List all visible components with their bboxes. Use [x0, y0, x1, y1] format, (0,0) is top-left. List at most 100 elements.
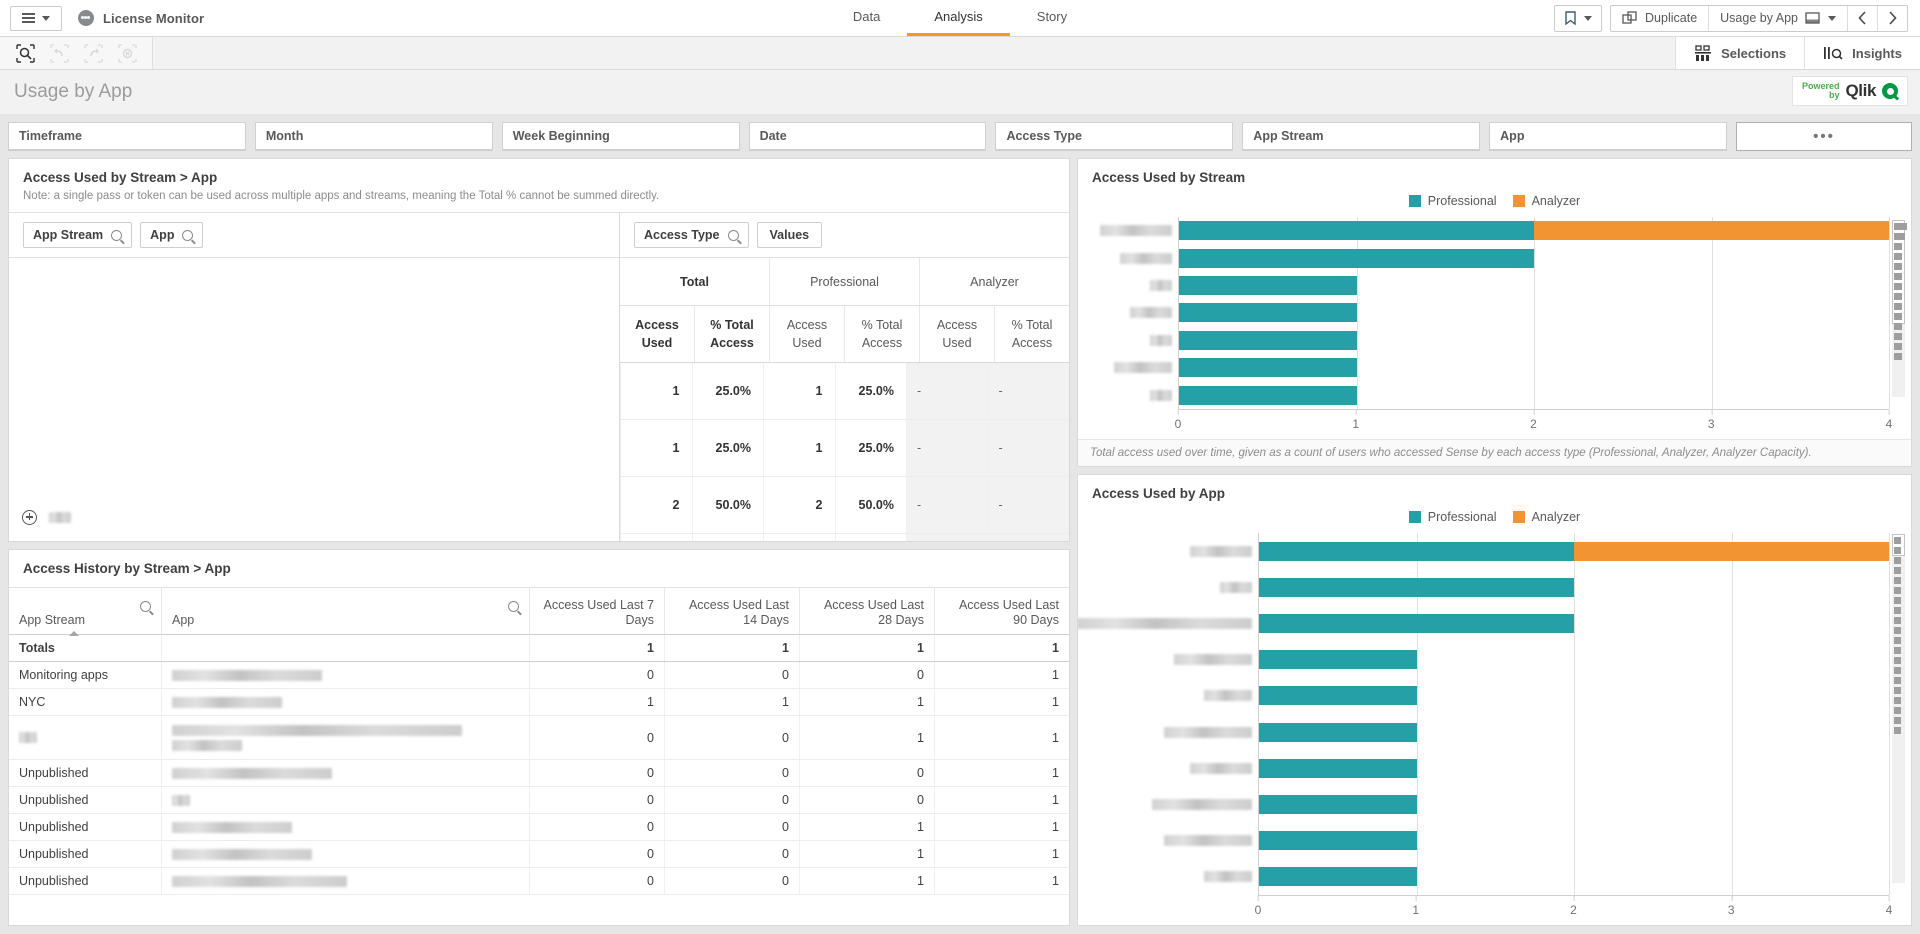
bar-analyzer[interactable]: [1534, 221, 1889, 240]
legend-item-professional[interactable]: Professional: [1409, 510, 1497, 524]
bar-group[interactable]: [1179, 249, 1889, 268]
bar-group[interactable]: [1179, 331, 1889, 350]
filter-date[interactable]: Date: [749, 122, 987, 151]
table-row[interactable]: Monitoring apps 0 0 0 1: [9, 662, 1069, 689]
search-icon[interactable]: [182, 230, 193, 241]
legend-item-analyzer[interactable]: Analyzer: [1513, 194, 1581, 208]
bar-professional[interactable]: [1259, 650, 1417, 669]
sheet-selector-button[interactable]: Usage by App: [1708, 6, 1847, 31]
bar-professional[interactable]: [1259, 795, 1417, 814]
table-row[interactable]: Unpublished 0 0 1 1: [9, 814, 1069, 841]
col-total-access-used[interactable]: Access Used: [620, 306, 694, 362]
bookmarks-button[interactable]: [1555, 6, 1601, 31]
bar-group[interactable]: [1179, 221, 1889, 240]
table-row[interactable]: 1 25.0% 1 25.0% - -: [620, 363, 1069, 420]
bar-group[interactable]: [1259, 831, 1889, 850]
bar-professional[interactable]: [1179, 276, 1357, 295]
bar-group[interactable]: [1259, 867, 1889, 886]
bar-group[interactable]: [1259, 578, 1889, 597]
clear-selections-icon[interactable]: [110, 37, 144, 69]
bar-group[interactable]: [1259, 795, 1889, 814]
tab-data[interactable]: Data: [826, 0, 907, 36]
table-row[interactable]: Unpublished 0 0 1 1: [9, 868, 1069, 895]
selection-search-icon[interactable]: [8, 37, 42, 69]
filter-more-button[interactable]: •••: [1736, 122, 1912, 151]
legend-item-analyzer[interactable]: Analyzer: [1513, 510, 1581, 524]
search-icon[interactable]: [508, 601, 519, 612]
filter-access-type[interactable]: Access Type: [995, 122, 1233, 151]
bar-group[interactable]: [1179, 276, 1889, 295]
bar-professional[interactable]: [1179, 221, 1534, 240]
bar-professional[interactable]: [1179, 358, 1357, 377]
selections-button[interactable]: Selections: [1675, 37, 1804, 69]
chip-access-type[interactable]: Access Type: [634, 222, 749, 248]
cell-prof-access-used: 2: [763, 477, 835, 533]
col-analyzer-access-used[interactable]: Access Used: [919, 306, 994, 362]
filter-app[interactable]: App: [1489, 122, 1727, 151]
bar-professional[interactable]: [1179, 386, 1357, 405]
legend-item-professional[interactable]: Professional: [1409, 194, 1497, 208]
bar-group[interactable]: [1179, 386, 1889, 405]
bar-group[interactable]: [1259, 759, 1889, 778]
bar-professional[interactable]: [1259, 831, 1417, 850]
search-icon[interactable]: [140, 601, 151, 612]
next-sheet-button[interactable]: [1877, 6, 1907, 31]
undo-icon[interactable]: [42, 37, 76, 69]
table-row[interactable]: Unpublished 0 0 0 1: [9, 760, 1069, 787]
col-app-stream[interactable]: App Stream: [9, 588, 161, 634]
bar-professional[interactable]: [1259, 686, 1417, 705]
bar-group[interactable]: [1179, 303, 1889, 322]
bar-professional[interactable]: [1259, 867, 1417, 886]
table-row[interactable]: 0 0 1 1: [9, 716, 1069, 760]
redo-icon[interactable]: [76, 37, 110, 69]
col-analyzer-pct-access[interactable]: % Total Access: [994, 306, 1069, 362]
bar-professional[interactable]: [1179, 249, 1534, 268]
filter-timeframe[interactable]: Timeframe: [8, 122, 246, 151]
insights-button[interactable]: Insights: [1804, 37, 1920, 69]
table-row[interactable]: [9, 489, 619, 541]
col-access-last-7[interactable]: Access Used Last 7 Days: [529, 588, 664, 634]
chip-values[interactable]: Values: [757, 222, 823, 248]
col-access-last-90[interactable]: Access Used Last 90 Days: [934, 588, 1069, 634]
table-row[interactable]: Unpublished 0 0 0 1: [9, 787, 1069, 814]
bar-professional[interactable]: [1259, 542, 1574, 561]
col-total-pct-access[interactable]: % Total Access: [694, 306, 769, 362]
bar-group[interactable]: [1259, 723, 1889, 742]
chip-app-stream[interactable]: App Stream: [23, 222, 132, 248]
bar-professional[interactable]: [1259, 723, 1417, 742]
bar-group[interactable]: [1259, 650, 1889, 669]
expand-icon[interactable]: [22, 510, 37, 525]
bar-group[interactable]: [1259, 614, 1889, 633]
bar-group[interactable]: [1259, 686, 1889, 705]
main-menu-button[interactable]: [10, 6, 62, 31]
tab-analysis[interactable]: Analysis: [907, 0, 1009, 36]
search-icon[interactable]: [728, 230, 739, 241]
bar-analyzer[interactable]: [1574, 542, 1889, 561]
filter-app-stream[interactable]: App Stream: [1242, 122, 1480, 151]
chip-app[interactable]: App: [140, 222, 203, 248]
col-app[interactable]: App: [161, 588, 529, 634]
previous-sheet-button[interactable]: [1847, 6, 1877, 31]
bar-group[interactable]: [1259, 542, 1889, 561]
bar-group[interactable]: [1179, 358, 1889, 377]
col-professional-pct-access[interactable]: % Total Access: [844, 306, 919, 362]
table-row[interactable]: NYC 1 1 1 1: [9, 689, 1069, 716]
bar-professional[interactable]: [1179, 303, 1357, 322]
bar-professional[interactable]: [1259, 578, 1574, 597]
col-professional-access-used[interactable]: Access Used: [769, 306, 844, 362]
duplicate-button[interactable]: Duplicate: [1611, 6, 1708, 31]
table-row[interactable]: 1 25.0% 1 25.0% - -: [620, 534, 1069, 541]
table-row[interactable]: 1 25.0% 1 25.0% - -: [620, 420, 1069, 477]
bar-professional[interactable]: [1259, 759, 1417, 778]
col-access-last-28[interactable]: Access Used Last 28 Days: [799, 588, 934, 634]
search-icon[interactable]: [111, 230, 122, 241]
bar-professional[interactable]: [1259, 614, 1574, 633]
filter-week-beginning[interactable]: Week Beginning: [502, 122, 740, 151]
filter-month[interactable]: Month: [255, 122, 493, 151]
col-access-last-14[interactable]: Access Used Last 14 Days: [664, 588, 799, 634]
bar-professional[interactable]: [1179, 331, 1357, 350]
table-row[interactable]: 2 50.0% 2 50.0% - -: [620, 477, 1069, 534]
tab-story[interactable]: Story: [1010, 0, 1094, 36]
table-row[interactable]: Unpublished 0 0 1 1: [9, 841, 1069, 868]
insights-icon: [1823, 45, 1843, 61]
